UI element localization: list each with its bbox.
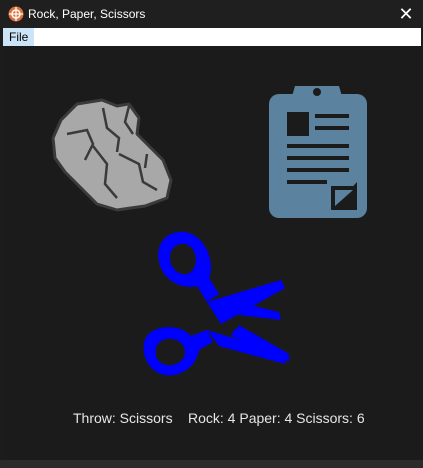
taskbar-strip bbox=[0, 460, 423, 468]
close-icon: ✕ bbox=[398, 3, 414, 24]
menu-item-file[interactable]: File bbox=[3, 28, 35, 46]
app-logo-icon bbox=[8, 6, 24, 22]
menu-bar: File bbox=[3, 28, 421, 46]
title-bar[interactable]: Rock, Paper, Scissors ✕ bbox=[0, 0, 423, 28]
score-label: Rock: 4 Paper: 4 Scissors: 6 bbox=[188, 410, 365, 426]
game-canvas: Throw: Scissors Rock: 4 Paper: 4 Scissor… bbox=[3, 46, 421, 460]
rock-icon[interactable] bbox=[47, 94, 175, 214]
app-window: Rock, Paper, Scissors ✕ File Throw: Scis… bbox=[0, 0, 423, 468]
window-title: Rock, Paper, Scissors bbox=[28, 7, 146, 21]
throw-label: Throw: Scissors bbox=[73, 410, 173, 426]
close-button[interactable]: ✕ bbox=[389, 0, 423, 28]
paper-icon[interactable] bbox=[265, 82, 369, 222]
scissors-icon[interactable] bbox=[141, 228, 289, 390]
